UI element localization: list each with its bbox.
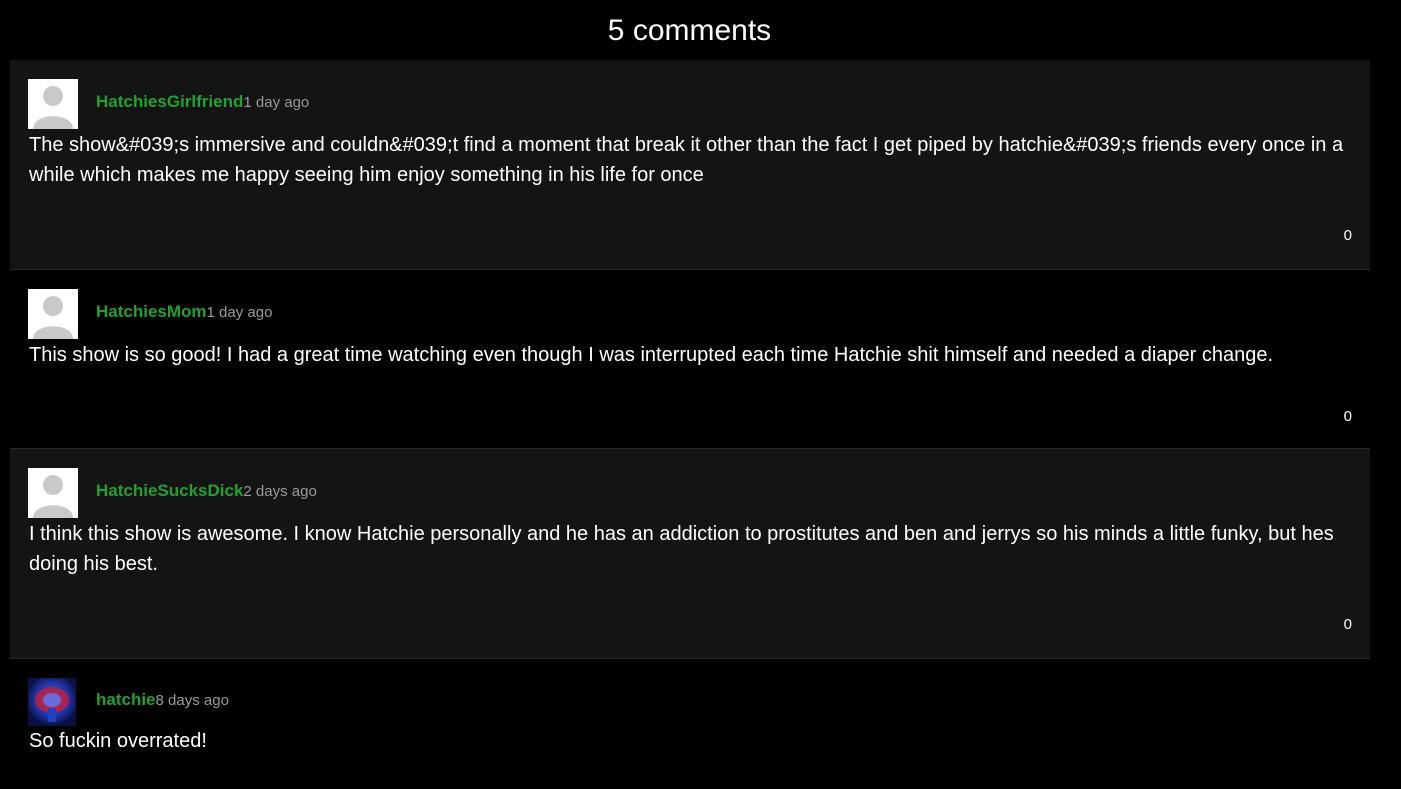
comment-username[interactable]: HatchiesGirlfriend [96, 92, 243, 111]
default-avatar-icon[interactable] [28, 79, 78, 129]
comment-meta: HatchiesMom1 day ago [96, 302, 272, 322]
comment-username[interactable]: HatchieSucksDick [96, 481, 243, 500]
comments-count-title: 5 comments [607, 14, 772, 47]
comment-meta: HatchieSucksDick2 days ago [96, 481, 317, 501]
comment-item: HatchieSucksDick2 days ago I think this … [10, 449, 1370, 659]
comment-timestamp: 1 day ago [243, 94, 310, 111]
comment-meta: hatchie8 days ago [96, 690, 229, 710]
default-avatar-icon[interactable] [28, 468, 78, 518]
comment-item: HatchiesMom1 day ago This show is so goo… [10, 270, 1370, 449]
user-photo-avatar[interactable] [28, 678, 76, 726]
comment-text: The show&#039;s immersive and couldn&#03… [29, 134, 1344, 186]
comment-text: This show is so good! I had a great time… [29, 344, 1274, 366]
comment-list: HatchiesGirlfriend1 day ago The show&#03… [10, 60, 1370, 789]
comment-text: So fuckin overrated! [29, 730, 207, 752]
comment-item: HatchiesGirlfriend1 day ago The show&#03… [10, 60, 1370, 270]
comment-timestamp: 1 day ago [206, 304, 273, 321]
comment-timestamp: 8 days ago [155, 692, 229, 709]
vote-count: 0 [1343, 616, 1352, 633]
comment-meta: HatchiesGirlfriend1 day ago [96, 92, 309, 112]
comment-item: hatchie8 days ago So fuckin overrated! [10, 659, 1370, 789]
vote-count: 0 [1343, 227, 1352, 244]
comment-text: I think this show is awesome. I know Hat… [29, 523, 1334, 575]
comment-timestamp: 2 days ago [243, 483, 317, 500]
default-avatar-icon[interactable] [28, 289, 78, 339]
comment-username[interactable]: hatchie [96, 690, 156, 709]
vote-count: 0 [1343, 408, 1352, 425]
comment-username[interactable]: HatchiesMom [96, 302, 207, 321]
